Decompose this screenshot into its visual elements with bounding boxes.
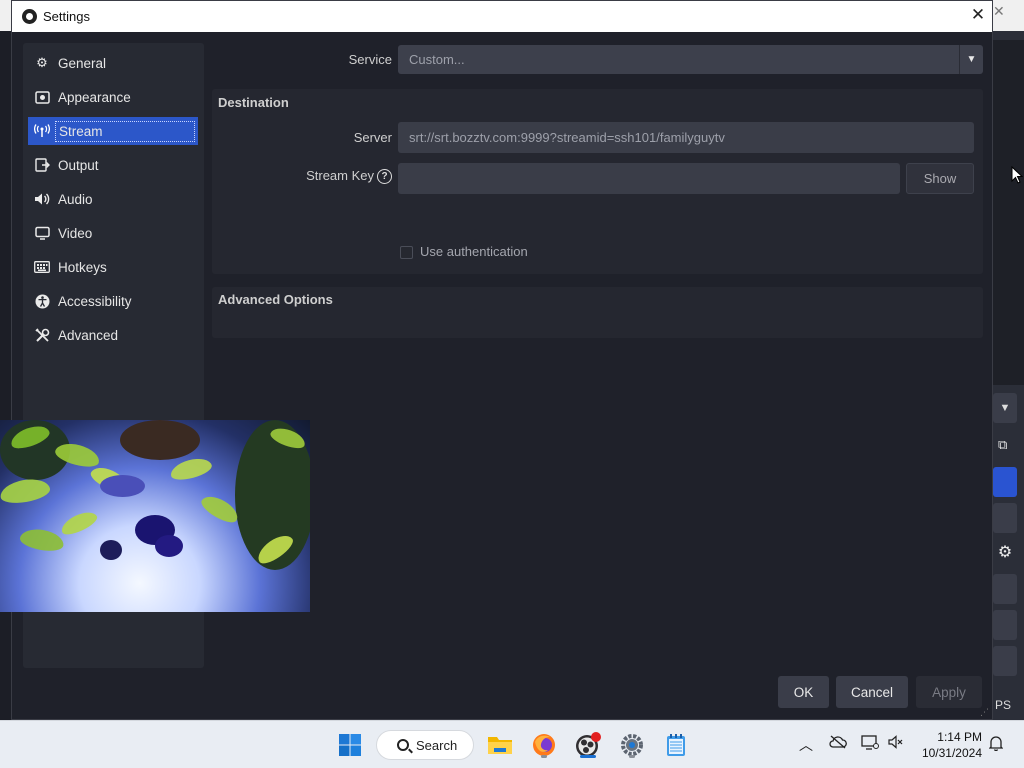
advanced-options-group: Advanced Options [212,287,983,338]
onedrive-offline-icon[interactable] [829,735,847,752]
mouse-cursor-icon [1011,166,1023,184]
network-icon[interactable] [861,735,879,753]
clock-date: 10/31/2024 [921,746,982,760]
appearance-icon [34,89,50,105]
help-icon[interactable]: ? [377,169,392,185]
tools-icon [34,327,50,343]
service-label: Service [348,52,392,67]
sidebar-item-hotkeys[interactable]: Hotkeys [28,253,198,281]
settings-gear-icon[interactable] [616,729,648,761]
destination-title: Destination [218,95,289,110]
volume-muted-icon[interactable] [888,735,904,752]
stream-key-label: Stream Key? [252,168,392,185]
sidebar-item-stream[interactable]: Stream [28,117,198,145]
use-authentication-label[interactable]: Use authentication [420,244,528,259]
bg-button[interactable] [993,467,1017,497]
sidebar-item-audio[interactable]: Audio [28,185,198,213]
gear-icon[interactable]: ⚙ [993,538,1017,568]
ok-button[interactable]: OK [778,676,829,708]
cancel-button[interactable]: Cancel [836,676,908,708]
status-text: PS [995,698,1012,712]
file-explorer-icon[interactable] [484,729,516,761]
background-window-edge [0,0,11,720]
window-title: Settings [43,9,90,24]
taskbar-search[interactable]: Search [376,730,474,760]
firefox-icon[interactable] [528,729,560,761]
clock-time: 1:14 PM [937,730,982,744]
background-window-right: ✕ ▼ ⧉ ⚙ [993,0,1024,720]
service-select[interactable]: Custom... ▼ [398,45,983,74]
title-bar[interactable]: Settings ✕ [12,1,992,32]
close-button[interactable]: ✕ [968,5,988,27]
stream-key-input[interactable] [398,163,900,194]
resize-grip[interactable]: ⋰ [980,707,989,718]
speaker-icon [34,191,50,207]
advanced-options-title[interactable]: Advanced Options [218,292,333,307]
server-input[interactable]: srt://srt.bozztv.com:9999?streamid=ssh10… [398,122,974,153]
obs-studio-icon[interactable] [572,729,604,761]
obs-icon [22,9,37,24]
sidebar-item-general[interactable]: ⚙ General [28,49,198,77]
search-icon [397,739,409,751]
chevron-up-icon[interactable]: ︿ [799,735,813,755]
dock-icon[interactable]: ⧉ [998,437,1020,457]
notification-bell-icon[interactable] [988,735,1004,754]
keyboard-icon [34,259,50,275]
sidebar-item-appearance[interactable]: Appearance [28,83,198,111]
sidebar-item-advanced[interactable]: Advanced [28,321,198,349]
gear-icon: ⚙ [36,55,48,70]
settings-dialog: Settings ✕ ⚙ General Appearance Stream O… [11,0,993,720]
apply-button[interactable]: Apply [916,676,982,708]
accessibility-icon [34,293,50,309]
destination-group: Destination Server srt://srt.bozztv.com:… [212,89,983,274]
output-icon [34,157,50,173]
close-icon[interactable]: ✕ [993,3,1005,20]
bg-button[interactable] [993,503,1017,533]
bg-button[interactable] [993,610,1017,640]
bg-button[interactable] [993,574,1017,604]
sidebar-item-output[interactable]: Output [28,151,198,179]
chevron-down-icon: ▼ [959,45,983,74]
antenna-icon [34,123,50,139]
monitor-icon [34,225,50,241]
sidebar-item-accessibility[interactable]: Accessibility [28,287,198,315]
windows-start-icon[interactable] [336,729,364,761]
system-clock[interactable]: 1:14 PM 10/31/2024 [918,729,982,761]
taskbar: Search ︿ 1:14 PM 10/31/2024 [0,720,1024,768]
sidebar-item-video[interactable]: Video [28,219,198,247]
chevron-down-icon[interactable]: ▼ [993,393,1017,423]
use-authentication-checkbox[interactable] [400,246,413,259]
bg-button[interactable] [993,646,1017,676]
server-label: Server [353,130,392,145]
show-key-button[interactable]: Show [906,163,974,194]
video-preview-overlay [0,420,310,612]
notepad-icon[interactable] [660,729,692,761]
